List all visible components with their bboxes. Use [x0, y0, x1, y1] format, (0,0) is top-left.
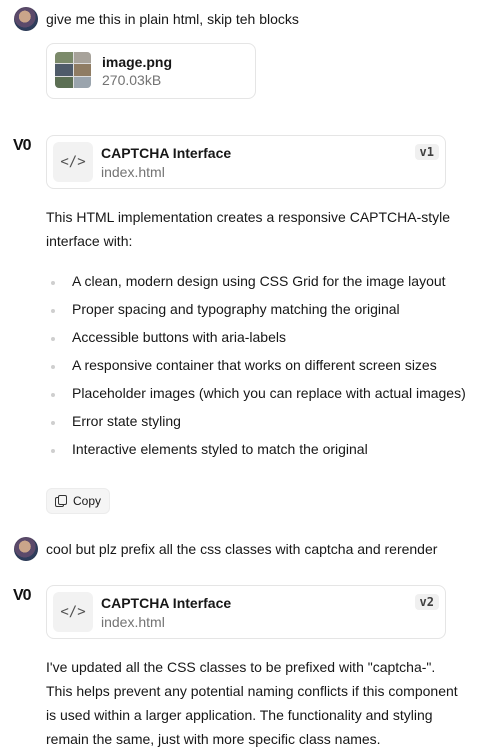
paragraph-line: This helps prevent any potential naming …: [46, 683, 458, 699]
code-icon: </>: [53, 592, 93, 632]
bullet-dot: [51, 393, 55, 397]
list-item: Error state styling: [72, 413, 181, 429]
list-item: Accessible buttons with aria-labels: [72, 329, 286, 345]
version-badge: v1: [414, 144, 439, 160]
copy-button[interactable]: Copy: [46, 488, 111, 514]
bullet-dot: [51, 421, 55, 425]
copy-label: Copy: [73, 494, 102, 508]
user-avatar: [14, 537, 38, 561]
paragraph-line: is used within a larger application. The…: [46, 707, 433, 723]
bullet-dot: [51, 337, 55, 341]
v0-logo-icon: V0: [13, 587, 32, 604]
attachment-name: image.png: [102, 54, 173, 70]
artifact-title: CAPTCHA Interface: [101, 145, 232, 161]
artifact-title: CAPTCHA Interface: [101, 595, 232, 611]
list-item: A responsive container that works on dif…: [72, 357, 437, 373]
artifact-filename: index.html: [101, 164, 165, 180]
attachment-card[interactable]: image.png 270.03kB: [46, 43, 256, 99]
user-message: cool but plz prefix all the css classes …: [46, 541, 438, 557]
image-thumbnail: [55, 52, 91, 88]
user-avatar: [14, 7, 38, 31]
attachment-size: 270.03kB: [102, 72, 162, 88]
code-icon: </>: [53, 142, 93, 182]
paragraph-line: I've updated all the CSS classes to be p…: [46, 659, 436, 675]
assistant-paragraph: I've updated all the CSS classes to be p…: [46, 655, 486, 751]
bullet-dot: [51, 365, 55, 369]
artifact-filename: index.html: [101, 614, 165, 630]
list-item: Proper spacing and typography matching t…: [72, 301, 400, 317]
copy-icon: [55, 495, 67, 507]
v0-logo-icon: V0: [13, 137, 32, 154]
bullet-dot: [51, 281, 55, 285]
list-item: A clean, modern design using CSS Grid fo…: [72, 273, 446, 289]
version-badge: v2: [414, 594, 439, 610]
user-message: give me this in plain html, skip teh blo…: [46, 11, 299, 27]
assistant-intro: This HTML implementation creates a respo…: [46, 209, 451, 249]
paragraph-line: remain the same, just with more specific…: [46, 731, 381, 747]
bullet-dot: [51, 309, 55, 313]
artifact-card[interactable]: </> CAPTCHA Interface index.html v1: [46, 135, 446, 189]
list-item: Placeholder images (which you can replac…: [72, 385, 466, 401]
artifact-card[interactable]: </> CAPTCHA Interface index.html v2: [46, 585, 446, 639]
list-item: Interactive elements styled to match the…: [72, 441, 368, 457]
bullet-dot: [51, 449, 55, 453]
